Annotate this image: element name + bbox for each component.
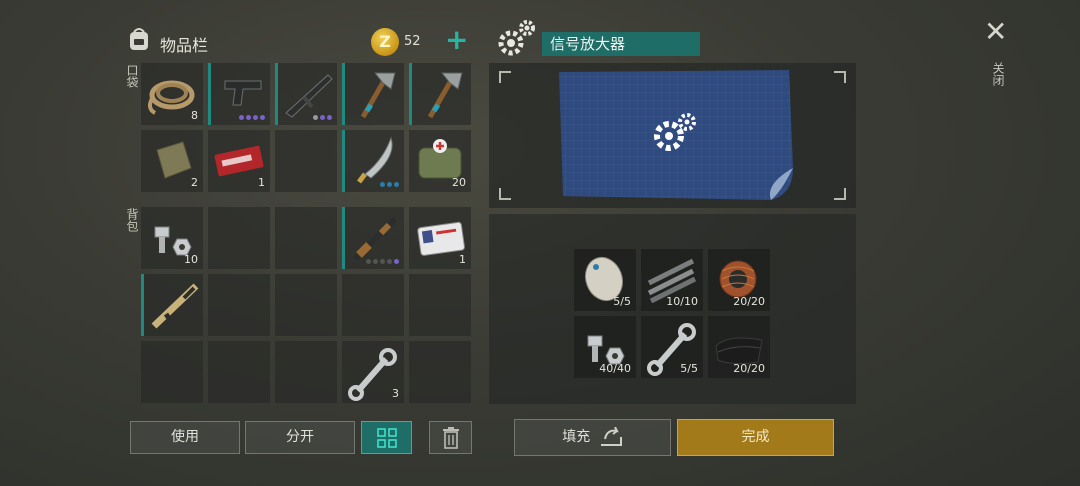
trash-button[interactable] <box>429 421 472 454</box>
backpack-icon <box>130 28 148 50</box>
item-quantity: 1 <box>459 253 466 266</box>
add-coins-button[interactable]: + <box>445 26 468 54</box>
trash-icon <box>442 427 459 449</box>
item-quantity: 2 <box>191 176 198 189</box>
inventory-slot[interactable]: 20 <box>409 130 471 192</box>
requirements-panel: 5/5 10/10 20/20 40/40 5/5 20/20 <box>489 214 856 404</box>
requirement-count: 5/5 <box>613 295 631 308</box>
fill-label: 填充 <box>562 429 591 445</box>
item-quantity: 3 <box>392 387 399 400</box>
craft-item-name: 信号放大器 <box>542 32 700 56</box>
fill-button[interactable]: 填充 <box>514 419 671 456</box>
quality-dots <box>380 182 399 187</box>
requirement-slot[interactable]: 5/5 <box>574 249 636 311</box>
empty-slot[interactable] <box>409 341 471 403</box>
inventory-slot[interactable]: 1 <box>208 130 270 192</box>
requirement-count: 20/20 <box>733 362 765 375</box>
requirement-count: 20/20 <box>733 295 765 308</box>
empty-slot[interactable] <box>141 341 203 403</box>
item-quantity: 8 <box>191 109 198 122</box>
pockets-label: 口袋 <box>125 64 139 88</box>
item-quantity: 20 <box>452 176 466 189</box>
quality-dots <box>239 115 265 120</box>
quality-dots <box>366 259 399 264</box>
empty-slot[interactable] <box>208 341 270 403</box>
empty-slot[interactable] <box>409 274 471 336</box>
inventory-slot[interactable]: 3 <box>342 341 404 403</box>
inventory-slot[interactable]: 1 <box>409 207 471 269</box>
fill-arrow-icon <box>600 426 622 446</box>
use-button[interactable]: 使用 <box>130 421 240 454</box>
inventory-slot[interactable] <box>409 63 471 125</box>
axe-icon <box>360 72 396 119</box>
quality-dots <box>313 115 332 120</box>
item-quantity: 10 <box>184 253 198 266</box>
empty-slot[interactable] <box>275 130 337 192</box>
close-button[interactable]: ✕ <box>984 18 1007 46</box>
empty-slot[interactable] <box>208 207 270 269</box>
empty-slot[interactable] <box>275 207 337 269</box>
assault-rifle-icon <box>151 283 199 329</box>
requirement-slot[interactable]: 5/5 <box>641 316 703 378</box>
coin-icon: Z <box>371 28 399 56</box>
inventory-slot[interactable]: 8 <box>141 63 203 125</box>
close-label[interactable]: 关闭 <box>990 62 1007 86</box>
empty-slot[interactable] <box>275 274 337 336</box>
grid-icon <box>376 428 397 448</box>
backpack-label: 背包 <box>125 208 139 232</box>
inventory-title: 物品栏 <box>160 36 209 55</box>
axe-icon <box>427 72 463 119</box>
empty-slot[interactable] <box>208 274 270 336</box>
done-button[interactable]: 完成 <box>677 419 834 456</box>
requirement-count: 5/5 <box>680 362 698 375</box>
sort-grid-button[interactable] <box>361 421 412 454</box>
blueprint-image <box>559 70 793 200</box>
inventory-slot[interactable] <box>141 274 203 336</box>
inventory-slot[interactable] <box>342 207 404 269</box>
inventory-slot[interactable] <box>208 63 270 125</box>
blueprint-panel <box>489 63 856 208</box>
split-button[interactable]: 分开 <box>245 421 355 454</box>
requirement-slot[interactable]: 10/10 <box>641 249 703 311</box>
requirement-count: 40/40 <box>599 362 631 375</box>
inventory-slot[interactable] <box>275 63 337 125</box>
requirement-slot[interactable]: 20/20 <box>708 249 770 311</box>
requirement-slot[interactable]: 20/20 <box>708 316 770 378</box>
inventory-slot[interactable] <box>342 63 404 125</box>
coin-count: 52 <box>404 34 421 49</box>
inventory-slot[interactable]: 2 <box>141 130 203 192</box>
inventory-slot[interactable]: 10 <box>141 207 203 269</box>
empty-slot[interactable] <box>342 274 404 336</box>
requirement-slot[interactable]: 40/40 <box>574 316 636 378</box>
inventory-slot[interactable] <box>342 130 404 192</box>
item-quantity: 1 <box>258 176 265 189</box>
empty-slot[interactable] <box>275 341 337 403</box>
gears-icon <box>498 20 535 56</box>
requirement-count: 10/10 <box>666 295 698 308</box>
